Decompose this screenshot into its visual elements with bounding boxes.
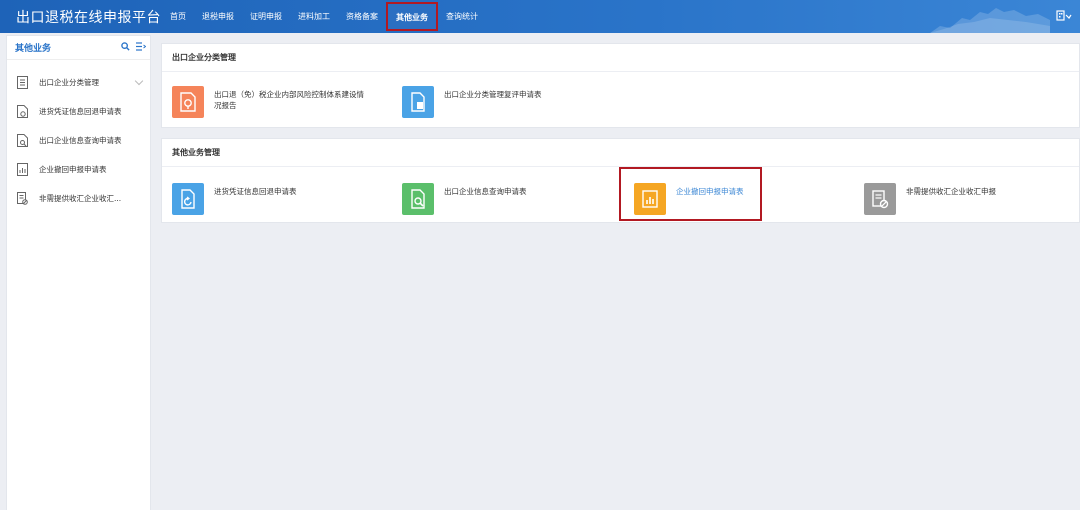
main-nav: 首页 退税申报 证明申报 进料加工 资格备案 其他业务 查询统计 <box>162 0 486 33</box>
nav-statistics[interactable]: 查询统计 <box>438 0 486 33</box>
sidebar-item-withdraw[interactable]: 企业撤回申报申请表 <box>7 155 150 184</box>
nav-qualification[interactable]: 资格备案 <box>338 0 386 33</box>
section-title: 出口企业分类管理 <box>162 44 1079 72</box>
no-doc-icon <box>864 183 896 215</box>
user-menu-icon[interactable] <box>1056 9 1072 24</box>
top-header: 出口退税在线申报平台 首页 退税申报 证明申报 进料加工 资格备案 其他业务 查… <box>0 0 1080 33</box>
sidebar-title: 其他业务 <box>15 44 52 54</box>
sidebar-item-info-query[interactable]: 出口企业信息查询申请表 <box>7 126 150 155</box>
card-label-line1: 非需提供收汇企业收汇申报 <box>906 187 996 196</box>
nav-other-business[interactable]: 其他业务 <box>386 2 438 31</box>
sidebar-item-label: 进货凭证信息回退申请表 <box>39 107 122 116</box>
collapse-menu-icon[interactable] <box>136 42 147 54</box>
sidebar-item-non-forex[interactable]: 非需提供收汇企业收汇... <box>7 184 150 213</box>
card-label-line1: 出口退（免）税企业内部风险控制体系建设情 <box>214 90 364 99</box>
nav-home[interactable]: 首页 <box>162 0 194 33</box>
chart-doc-icon <box>15 163 29 177</box>
sidebar-item-label: 企业撤回申报申请表 <box>39 165 107 174</box>
search-doc-icon <box>402 183 434 215</box>
search-doc-icon <box>15 134 29 148</box>
card-classification-review[interactable]: 出口企业分类管理复评申请表 <box>402 86 542 118</box>
highlight-box <box>619 167 762 221</box>
report-icon <box>172 86 204 118</box>
no-doc-icon <box>15 192 29 206</box>
search-icon[interactable] <box>121 42 130 54</box>
app-title: 出口退税在线申报平台 <box>16 10 161 26</box>
card-label-line1: 出口企业分类管理复评申请表 <box>444 90 542 99</box>
sidebar: 其他业务 出口企业分类管理 进货凭证信息回退申请表 出口企业信息查询申请表 企业… <box>6 35 151 510</box>
sidebar-item-voucher-rollback[interactable]: 进货凭证信息回退申请表 <box>7 97 150 126</box>
nav-certificate[interactable]: 证明申报 <box>242 0 290 33</box>
section-title: 其他业务管理 <box>162 139 1079 167</box>
card-non-forex-declaration[interactable]: 非需提供收汇企业收汇申报 <box>864 183 996 215</box>
rollback-doc-icon <box>15 105 29 119</box>
nav-tax-refund[interactable]: 退税申报 <box>194 0 242 33</box>
rollback-icon <box>172 183 204 215</box>
card-label-line1: 进货凭证信息回退申请表 <box>214 187 297 196</box>
document-icon <box>402 86 434 118</box>
sidebar-item-classification[interactable]: 出口企业分类管理 <box>7 68 150 97</box>
card-label-line1: 出口企业信息查询申请表 <box>444 187 527 196</box>
sidebar-item-label: 非需提供收汇企业收汇... <box>39 194 122 203</box>
nav-processing[interactable]: 进料加工 <box>290 0 338 33</box>
card-info-query[interactable]: 出口企业信息查询申请表 <box>402 183 527 215</box>
classification-panel: 出口企业分类管理 出口退（免）税企业内部风险控制体系建设情 况报告 出口企业分类… <box>161 43 1080 128</box>
sidebar-item-label: 出口企业信息查询申请表 <box>39 136 122 145</box>
chevron-down-icon <box>134 76 144 86</box>
card-voucher-rollback[interactable]: 进货凭证信息回退申请表 <box>172 183 297 215</box>
great-wall-decoration-icon <box>930 8 1050 33</box>
card-risk-control-report[interactable]: 出口退（免）税企业内部风险控制体系建设情 况报告 <box>172 86 364 118</box>
list-doc-icon <box>15 76 29 90</box>
sidebar-item-label: 出口企业分类管理 <box>39 78 99 87</box>
card-label-line2: 况报告 <box>214 101 237 110</box>
sidebar-header: 其他业务 <box>7 36 150 60</box>
